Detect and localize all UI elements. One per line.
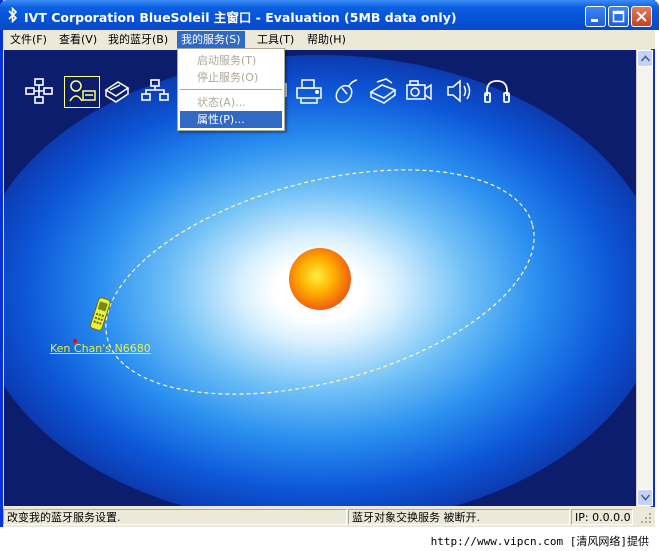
- network-icon[interactable]: [24, 76, 54, 106]
- scroll-down-button[interactable]: [637, 489, 653, 506]
- mouse-icon[interactable]: [330, 76, 360, 106]
- watermark-strip: http://www.vipcn.com [清风网络]提供: [0, 527, 659, 551]
- menu-item-properties[interactable]: 属性(P)...: [180, 111, 282, 128]
- menu-my-services[interactable]: 我的服务(S): [177, 31, 245, 48]
- camera-icon[interactable]: [404, 76, 434, 106]
- menu-item-status[interactable]: 状态(A)...: [180, 94, 282, 111]
- menu-separator: [180, 89, 282, 90]
- fax-icon[interactable]: [102, 76, 132, 106]
- window-title: IVT Corporation BlueSoleil 主窗口 - Evaluat…: [24, 10, 457, 25]
- printer-icon[interactable]: [294, 76, 324, 106]
- menu-bar: 文件(F) 查看(V) 我的蓝牙(B) 我的服务(S) 工具(T) 帮助(H): [3, 30, 655, 49]
- status-connection: 蓝牙对象交换服务 被断开.: [348, 509, 570, 525]
- menu-file[interactable]: 文件(F): [6, 31, 51, 48]
- close-button[interactable]: [631, 6, 652, 27]
- menu-help[interactable]: 帮助(H): [303, 31, 350, 48]
- resize-grip-icon[interactable]: [639, 511, 653, 525]
- pan-icon[interactable]: [64, 76, 100, 108]
- minimize-button[interactable]: [585, 6, 606, 27]
- scroll-up-button[interactable]: [637, 50, 653, 67]
- file-transfer-icon[interactable]: [368, 76, 398, 106]
- device-label[interactable]: Ken Chan's N6680: [50, 342, 151, 355]
- status-bar: 改变我的蓝牙服务设置. 蓝牙对象交换服务 被断开. IP: 0.0.0.0: [3, 507, 655, 527]
- menu-my-bluetooth[interactable]: 我的蓝牙(B): [104, 31, 172, 48]
- speaker-icon[interactable]: [444, 76, 474, 106]
- local-device-icon[interactable]: [289, 248, 351, 310]
- paired-indicator-icon: [72, 334, 78, 344]
- status-ip: IP: 0.0.0.0: [571, 509, 633, 525]
- watermark-text: http://www.vipcn.com [清风网络]提供: [430, 535, 649, 548]
- menu-item-start-service[interactable]: 启动服务(T): [180, 52, 282, 69]
- vertical-scrollbar[interactable]: [636, 50, 653, 506]
- title-bar[interactable]: IVT Corporation BlueSoleil 主窗口 - Evaluat…: [0, 0, 659, 30]
- bluetooth-icon: [6, 6, 20, 24]
- menu-item-stop-service[interactable]: 停止服务(O): [180, 69, 282, 86]
- headset-icon[interactable]: [482, 76, 512, 106]
- mobile-phone-icon[interactable]: [88, 294, 112, 336]
- status-message: 改变我的蓝牙服务设置.: [3, 509, 347, 525]
- services-dropdown-menu: 启动服务(T) 停止服务(O) 状态(A)... 属性(P)...: [177, 48, 285, 131]
- menu-view[interactable]: 查看(V): [55, 31, 101, 48]
- maximize-button[interactable]: [608, 6, 629, 27]
- lan-icon[interactable]: [140, 76, 170, 106]
- menu-tools[interactable]: 工具(T): [253, 31, 298, 48]
